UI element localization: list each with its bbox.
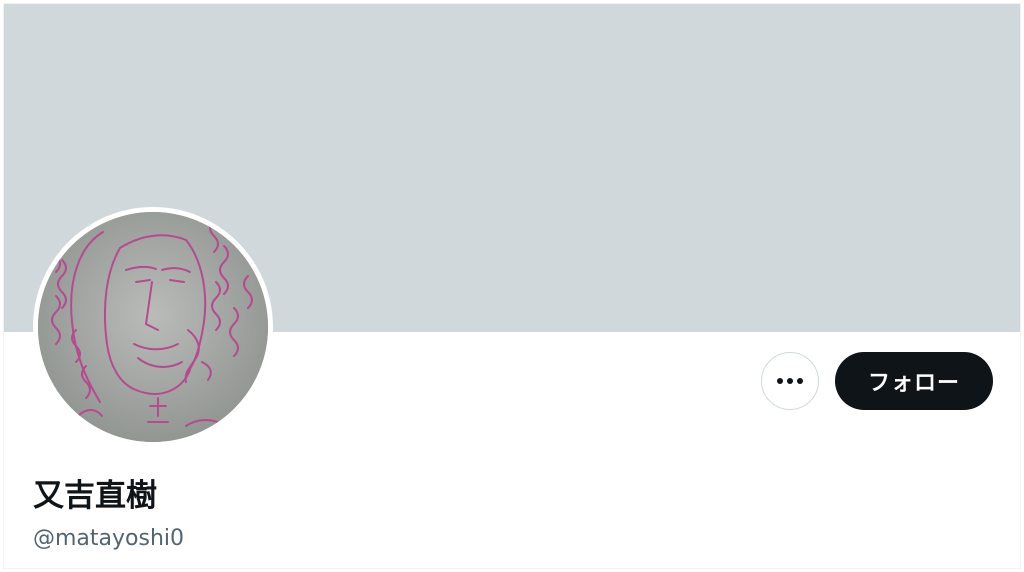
avatar-ring [33, 207, 273, 447]
more-dots-icon [787, 378, 793, 384]
more-options-button[interactable] [761, 352, 819, 410]
profile-handle: @matayoshi0 [33, 526, 185, 551]
profile-header: フォロー 又吉直樹 @matayoshi0 [3, 3, 1021, 569]
more-dots-icon [797, 378, 803, 384]
follow-button[interactable]: フォロー [835, 352, 993, 410]
more-dots-icon [777, 378, 783, 384]
profile-avatar[interactable] [38, 212, 268, 442]
hand-drawn-portrait-avatar [38, 212, 268, 442]
display-name: 又吉直樹 [33, 478, 157, 514]
